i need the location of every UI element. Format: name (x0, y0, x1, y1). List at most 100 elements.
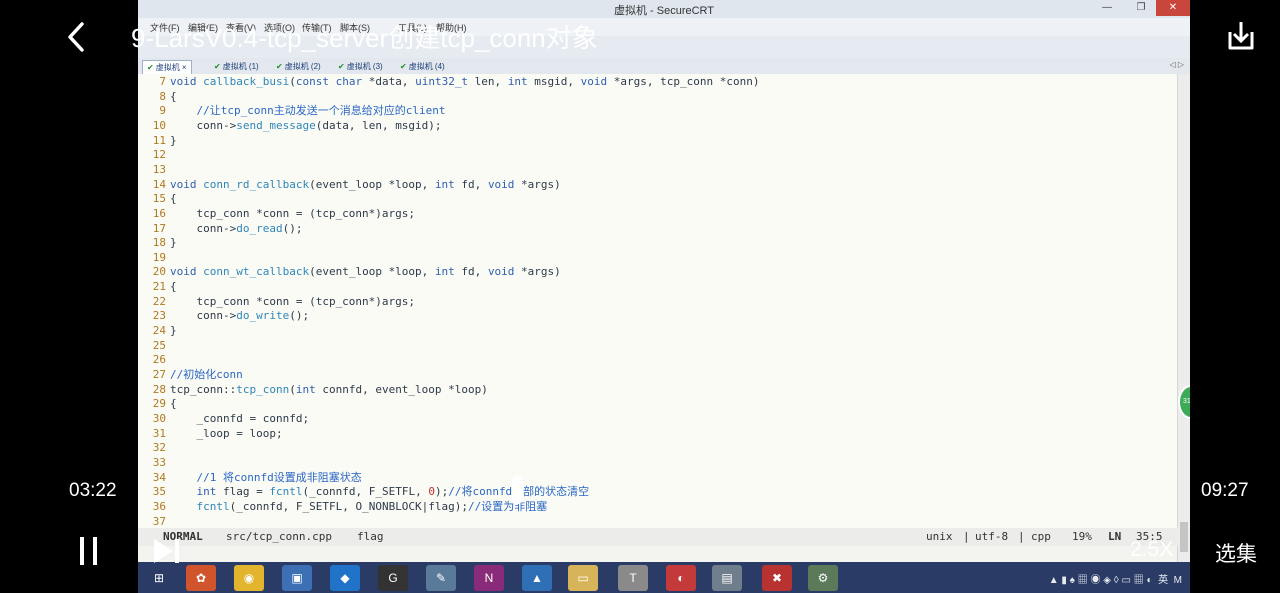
code-line[interactable]: 28 tcp_conn::tcp_conn(int connfd, event_l… (138, 383, 488, 397)
line-number: 30 (152, 411, 166, 425)
tab-close-icon[interactable]: × (180, 63, 187, 72)
total-time: 09:27 (1201, 480, 1249, 501)
code-text: conn->do_read(); (170, 221, 303, 235)
code-line[interactable]: 8{ (138, 89, 176, 104)
vscode-icon[interactable]: ◆ (330, 565, 360, 591)
code-line[interactable]: 11} (138, 134, 177, 148)
tab-label: 虚拟机 (4) (408, 62, 445, 71)
line-number: 26 (152, 353, 166, 367)
code-line[interactable]: 13 (138, 163, 170, 177)
code-line[interactable]: 27 //初始化conn (138, 368, 243, 382)
session-tab[interactable]: ✔ 虚拟机 (3) (334, 60, 387, 73)
minimize-icon[interactable]: — (1094, 0, 1120, 16)
code-line[interactable]: 15 { (138, 192, 177, 206)
goland-icon[interactable]: G (378, 565, 408, 591)
code-line[interactable]: 19 (138, 251, 170, 265)
start-icon[interactable]: ⊞ (144, 565, 174, 591)
current-time: 03:22 (69, 480, 117, 501)
app-icon[interactable]: ✿ (186, 565, 216, 591)
code-text: //初始化conn (170, 368, 243, 381)
onenote-icon[interactable]: N (474, 565, 504, 591)
line-number: 18 (152, 236, 166, 250)
code-line[interactable]: 10 conn->send_message(data, len, msgid); (138, 119, 442, 133)
code-line[interactable]: 34 //1 将connfd设置成非阻塞状态 (138, 471, 362, 485)
connected-icon: ✔ (276, 62, 283, 71)
code-line[interactable]: 33 (138, 456, 170, 470)
code-line[interactable]: 24} (138, 324, 177, 338)
code-text: { (170, 397, 177, 411)
line-number: 10 (152, 118, 166, 132)
code-text: void conn_wt_callback(event_loop *loop, … (170, 265, 561, 279)
playback-speed[interactable]: 2.5X (1130, 538, 1173, 562)
next-episode-icon[interactable] (152, 537, 180, 565)
securecrt-icon[interactable]: ▤ (712, 565, 742, 591)
code-line[interactable]: 32 (138, 441, 170, 455)
progress-knob[interactable] (512, 476, 523, 504)
line-number: 8 (159, 89, 166, 103)
code-line[interactable]: 26 (138, 353, 170, 367)
connected-icon: ✔ (147, 63, 154, 72)
scrollbar-thumb[interactable] (1180, 522, 1188, 552)
folder-icon[interactable]: ▭ (568, 565, 598, 591)
code-text: { (170, 192, 177, 206)
code-line[interactable]: 21 { (138, 280, 177, 294)
code-line[interactable]: 23 conn->do_write(); (138, 309, 309, 323)
pause-icon[interactable] (78, 536, 100, 566)
window-titlebar: 虚拟机 - SecureCRT — ❐ ✕ (138, 0, 1190, 19)
video-frame[interactable]: 虚拟机 - SecureCRT — ❐ ✕ 文件(F) 编辑(E) 查看(V) 选项(… (138, 0, 1190, 593)
code-line[interactable]: 29 { (138, 397, 177, 411)
tab-scroll-arrows-icon[interactable]: ◁ ▷ (1169, 60, 1184, 69)
code-editor[interactable]: 7 void callback_busi(const char *data, ui… (138, 74, 1178, 530)
code-line[interactable]: 12 (138, 148, 170, 162)
line-number: 15 (152, 192, 166, 206)
code-line[interactable]: 37 (138, 515, 170, 529)
code-text: conn->send_message(data, len, msgid); (170, 118, 442, 132)
code-line[interactable]: 9 //让tcp_conn主动发送一个消息给对应的client (138, 104, 445, 118)
code-line[interactable]: 18} (138, 236, 177, 250)
code-line[interactable]: 20 void conn_wt_callback(event_loop *loop… (138, 265, 561, 279)
code-line[interactable]: 16 tcp_conn *conn = (tcp_conn*)args; (138, 207, 415, 221)
session-tab[interactable]: ✔ 虚拟机 (2) (272, 60, 325, 73)
vertical-scrollbar[interactable] (1177, 74, 1190, 564)
computer-icon[interactable]: ▣ (282, 565, 312, 591)
line-number: 16 (152, 206, 166, 220)
session-tab[interactable]: ✔ 虚拟机 (1) (210, 60, 263, 73)
tool-icon[interactable]: ⚙ (808, 565, 838, 591)
code-line[interactable]: 22 tcp_conn *conn = (tcp_conn*)args; (138, 295, 415, 309)
back-icon[interactable] (62, 20, 92, 54)
close-icon[interactable]: ✕ (1156, 0, 1190, 16)
code-line[interactable]: 25 (138, 339, 170, 353)
code-line[interactable]: 14 void conn_rd_callback(event_loop *loop… (138, 178, 561, 192)
line-number: 27 (152, 368, 166, 381)
download-icon[interactable] (1224, 18, 1258, 54)
ime-indicator[interactable]: 英 (1158, 575, 1168, 586)
window-title: 虚拟机 - SecureCRT (613, 5, 715, 17)
file-encoding: utf-8 (975, 530, 1009, 543)
line-number: 34 (152, 470, 166, 484)
line-number: 22 (152, 294, 166, 308)
code-line[interactable]: 30 _connfd = connfd; (138, 412, 309, 426)
tab-label: 虚拟机 (3) (346, 62, 383, 71)
shark-icon[interactable]: ▲ (522, 565, 552, 591)
xmind-icon[interactable]: ✖ (762, 565, 792, 591)
restore-icon[interactable]: ❐ (1128, 0, 1154, 16)
episodes-button[interactable]: 选集 (1215, 538, 1257, 568)
connected-icon: ✔ (338, 62, 345, 71)
chrome-icon[interactable]: ◉ (234, 565, 264, 591)
code-line[interactable]: 36 fcntl(_connfd, F_SETFL, O_NONBLOCK|fl… (138, 499, 548, 514)
browser-icon[interactable]: ◐ (666, 565, 696, 591)
vim-statusline: NORMAL src/tcp_conn.cpp flag unix | utf-… (138, 528, 1178, 546)
code-text: fcntl(_connfd, F_SETFL, O_NONBLOCK|flag)… (196, 499, 548, 513)
session-tab[interactable]: ✔ 虚拟机 × (142, 60, 192, 74)
code-line[interactable]: 31 _loop = loop; (138, 427, 283, 441)
typora-icon[interactable]: T (618, 565, 648, 591)
session-tab[interactable]: ✔ 虚拟机 (4) (396, 60, 449, 73)
code-text: tcp_conn::tcp_conn(int connfd, event_loo… (170, 382, 488, 396)
code-line[interactable]: 17 conn->do_read(); (138, 221, 303, 236)
paint-icon[interactable]: ✎ (426, 565, 456, 591)
line-number: 29 (152, 397, 166, 411)
code-line[interactable]: 7 void callback_busi(const char *data, ui… (138, 75, 759, 89)
line-number: 28 (152, 382, 166, 396)
ime-mode[interactable]: M (1174, 575, 1182, 586)
line-number: 32 (152, 441, 166, 455)
